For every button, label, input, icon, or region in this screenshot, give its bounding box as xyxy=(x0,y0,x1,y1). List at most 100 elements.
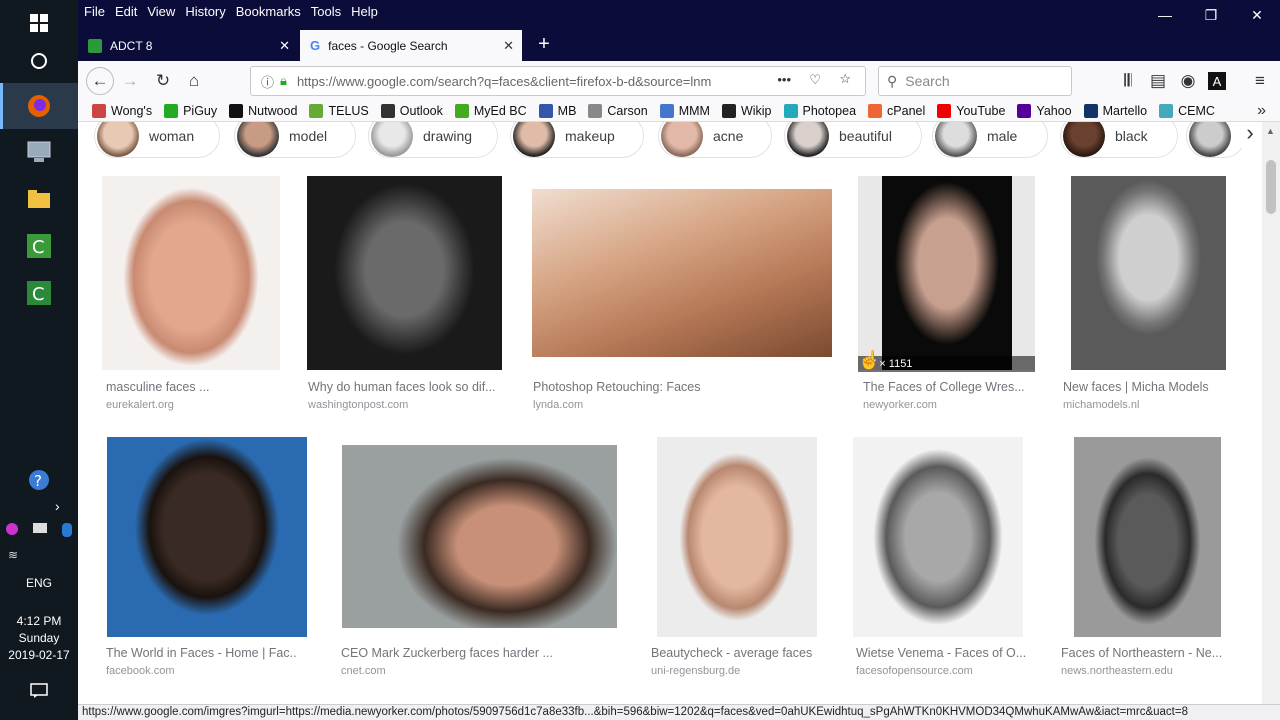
pocket-icon[interactable]: ♡ xyxy=(809,72,821,88)
scroll-up-arrow-icon[interactable]: ▲ xyxy=(1266,126,1275,136)
bookmark-label: Wong's xyxy=(111,103,153,118)
bookmarks-overflow-chevron-icon[interactable]: » xyxy=(1257,102,1266,120)
tray-expand-chevron-icon[interactable]: › xyxy=(55,498,60,514)
bookmark-item[interactable]: Yahoo xyxy=(1017,103,1072,118)
result-image-4-frame[interactable] xyxy=(858,176,1035,370)
bookmark-item[interactable]: Martello xyxy=(1083,103,1147,118)
wifi-icon[interactable]: ≋ xyxy=(8,548,18,562)
bookmark-item[interactable]: YouTube xyxy=(937,103,1005,118)
taskbar-camtasia-1[interactable]: C xyxy=(0,223,78,269)
chip-beautiful[interactable]: beautiful xyxy=(784,122,922,158)
page-scrollbar[interactable]: ▲ xyxy=(1262,122,1280,704)
home-button[interactable]: ⌂ xyxy=(182,69,206,93)
bookmark-item[interactable]: MB xyxy=(538,103,576,118)
result-image-5[interactable] xyxy=(1071,176,1226,370)
bookmark-item[interactable]: MMM xyxy=(659,103,710,118)
bookmark-item[interactable]: CEMC xyxy=(1159,103,1215,118)
result-image-6[interactable] xyxy=(107,437,307,637)
chip-model[interactable]: model xyxy=(234,122,356,158)
font-extension-button[interactable]: A xyxy=(1208,72,1226,90)
result-image-10[interactable] xyxy=(1074,437,1221,637)
page-actions-icon[interactable]: ••• xyxy=(777,72,791,87)
taskbar-computer[interactable] xyxy=(0,129,78,175)
restore-button[interactable]: ❐ xyxy=(1188,0,1234,30)
chip-black[interactable]: black xyxy=(1060,122,1178,158)
action-center-button[interactable] xyxy=(0,668,78,714)
bookmark-item[interactable]: cPanel xyxy=(868,103,925,118)
new-tab-button[interactable]: + xyxy=(534,33,554,56)
open-menu-button[interactable]: ≡ xyxy=(1248,69,1272,93)
bookmark-item[interactable]: Carson xyxy=(588,103,648,118)
chip-male[interactable]: male xyxy=(932,122,1048,158)
hamburger-menu-icon: ≡ xyxy=(1255,71,1265,90)
result-image-7[interactable] xyxy=(342,445,617,628)
result-caption[interactable]: Wietse Venema - Faces of O... xyxy=(856,646,1031,660)
url-bar[interactable]: ⓘ 🔒︎ https://www.google.com/search?q=fac… xyxy=(250,66,866,96)
menu-help[interactable]: Help xyxy=(351,4,378,19)
info-icon[interactable]: ⓘ xyxy=(261,72,274,91)
menu-history[interactable]: History xyxy=(185,4,225,19)
help-tray-button[interactable]: ? xyxy=(0,457,78,503)
result-caption[interactable]: masculine faces ... xyxy=(106,380,296,394)
minimize-button[interactable]: — xyxy=(1142,0,1188,30)
chip-woman[interactable]: woman xyxy=(94,122,220,158)
result-caption[interactable]: The World in Faces - Home | Fac... xyxy=(106,646,296,660)
result-image-9[interactable] xyxy=(853,437,1023,637)
clock-time[interactable]: 4:12 PM xyxy=(0,614,78,628)
tab-close-icon[interactable]: ✕ xyxy=(503,38,514,54)
bookmark-item[interactable]: Wikip xyxy=(721,103,772,118)
result-domain: uni-regensburg.de xyxy=(651,665,741,677)
cortana-button[interactable] xyxy=(0,38,78,84)
bookmark-item[interactable]: Nutwood xyxy=(229,103,297,118)
chips-next-chevron-icon[interactable]: › xyxy=(1238,122,1262,148)
bookmark-star-icon[interactable]: ☆ xyxy=(839,71,851,87)
bookmark-item[interactable]: TELUS xyxy=(309,103,369,118)
battery-icon[interactable] xyxy=(33,523,47,533)
menu-edit[interactable]: Edit xyxy=(115,4,137,19)
menu-tools[interactable]: Tools xyxy=(311,4,341,19)
url-text[interactable]: https://www.google.com/search?q=faces&cl… xyxy=(297,74,747,89)
tab-google-search[interactable]: G faces - Google Search ✕ xyxy=(300,30,522,61)
result-caption[interactable]: New faces | Micha Models xyxy=(1063,380,1253,394)
language-indicator[interactable]: ENG xyxy=(0,576,78,590)
result-caption[interactable]: Faces of Northeastern - Ne... xyxy=(1061,646,1231,660)
taskbar-file-explorer[interactable] xyxy=(0,176,78,222)
tab-strip: ADCT 8 ✕ G faces - Google Search ✕ + xyxy=(78,30,1280,61)
bookmark-item[interactable]: MyEd BC xyxy=(454,103,527,118)
chip-drawing[interactable]: drawing xyxy=(368,122,498,158)
forward-button[interactable]: → xyxy=(118,69,142,93)
menu-bookmarks[interactable]: Bookmarks xyxy=(236,4,301,19)
bookmark-item[interactable]: Outlook xyxy=(380,103,443,118)
result-image-8[interactable] xyxy=(657,437,817,637)
result-caption[interactable]: Why do human faces look so dif... xyxy=(308,380,498,394)
menu-file[interactable]: File xyxy=(84,4,105,19)
result-image-1[interactable] xyxy=(102,176,280,370)
result-caption[interactable]: The Faces of College Wres... xyxy=(863,380,1035,394)
result-caption[interactable]: Beautycheck - average faces xyxy=(651,646,841,660)
sidebar-button[interactable]: ▤ xyxy=(1146,69,1170,93)
search-bar[interactable]: ⚲ Search xyxy=(878,66,1072,96)
bluetooth-icon[interactable] xyxy=(62,523,72,537)
taskbar-firefox[interactable] xyxy=(0,83,78,129)
result-image-2[interactable] xyxy=(307,176,502,370)
reload-button[interactable]: ↻ xyxy=(151,69,175,93)
tab-close-icon[interactable]: ✕ xyxy=(279,38,290,54)
chip-acne[interactable]: acne xyxy=(658,122,772,158)
result-caption[interactable]: CEO Mark Zuckerberg faces harder ... xyxy=(341,646,561,660)
result-caption[interactable]: Photoshop Retouching: Faces xyxy=(533,380,793,394)
bookmark-item[interactable]: Wong's xyxy=(92,103,153,118)
tab-adct[interactable]: ADCT 8 ✕ xyxy=(78,30,298,61)
back-button[interactable]: ← xyxy=(86,67,114,95)
bookmark-item[interactable]: Photopea xyxy=(783,103,856,118)
chip-makeup[interactable]: makeup xyxy=(510,122,644,158)
bookmark-item[interactable]: PiGuy xyxy=(164,103,217,118)
menu-view[interactable]: View xyxy=(147,4,175,19)
tray-app-icon[interactable] xyxy=(6,523,18,535)
scrollbar-thumb[interactable] xyxy=(1266,160,1276,214)
result-image-3[interactable] xyxy=(532,189,832,357)
library-button[interactable]: 𝄃𝄃 xyxy=(1116,69,1140,93)
taskbar-camtasia-2[interactable]: C xyxy=(0,270,78,316)
close-window-button[interactable]: ✕ xyxy=(1234,0,1280,30)
extension-button[interactable]: ◉ xyxy=(1176,69,1200,93)
chip-more[interactable] xyxy=(1186,122,1246,158)
